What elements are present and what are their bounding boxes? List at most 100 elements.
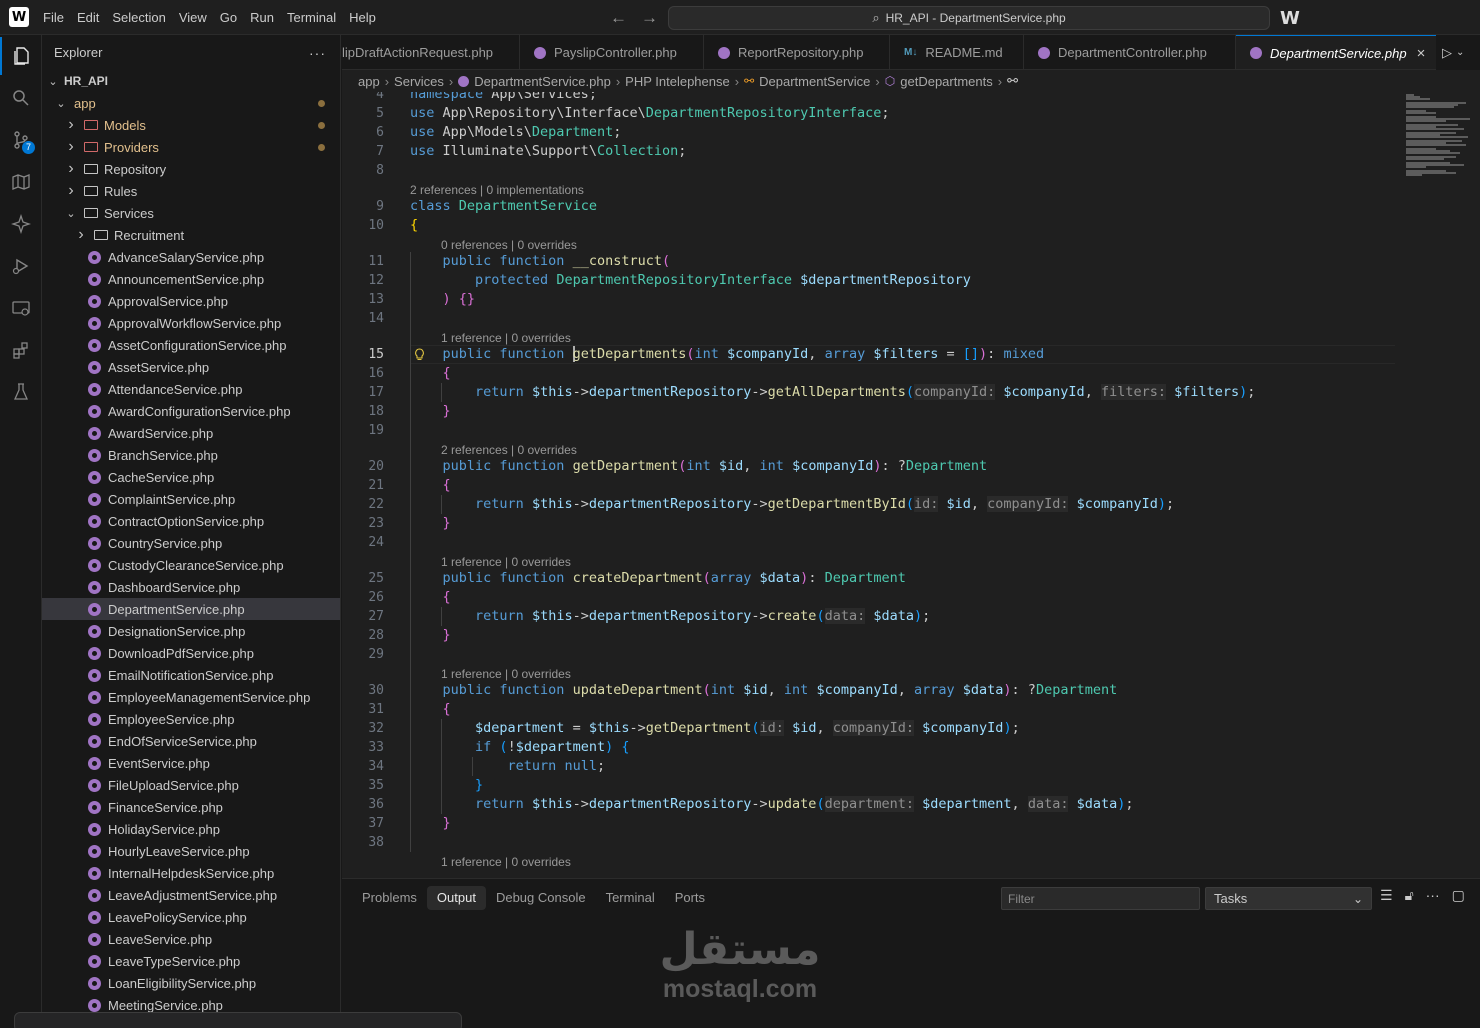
- code-line[interactable]: 33 if (!$department) {: [342, 738, 1402, 757]
- lock-icon[interactable]: 🔓︎: [1405, 887, 1414, 904]
- explorer-icon[interactable]: [0, 37, 42, 75]
- code-line[interactable]: 38: [342, 833, 1402, 852]
- code-lens[interactable]: 0 references | 0 overrides: [441, 237, 577, 253]
- menu-item-view[interactable]: View: [175, 0, 216, 35]
- file-item[interactable]: EndOfServiceService.php: [42, 730, 340, 752]
- menu-item-selection[interactable]: Selection: [108, 0, 174, 35]
- lightbulb-icon[interactable]: [414, 348, 425, 361]
- code-line[interactable]: 25 public function createDepartment(arra…: [342, 569, 1402, 588]
- file-item[interactable]: LeaveService.php: [42, 928, 340, 950]
- file-item[interactable]: AwardConfigurationService.php: [42, 400, 340, 422]
- folder-item[interactable]: ⌄ Services: [42, 202, 340, 224]
- file-item[interactable]: ComplaintService.php: [42, 488, 340, 510]
- menu-item-help[interactable]: Help: [345, 0, 385, 35]
- breadcrumb-item[interactable]: Services: [394, 74, 444, 89]
- file-item[interactable]: CacheService.php: [42, 466, 340, 488]
- file-item[interactable]: InternalHelpdeskService.php: [42, 862, 340, 884]
- code-lens[interactable]: 1 reference | 0 overrides: [441, 666, 571, 682]
- extensions-icon[interactable]: [0, 331, 42, 369]
- breadcrumb-item[interactable]: PHP Intelephense: [625, 74, 730, 89]
- folder-item[interactable]: › Repository: [42, 158, 340, 180]
- file-item[interactable]: AdvanceSalaryService.php: [42, 246, 340, 268]
- code-line[interactable]: 20 public function getDepartment(int $id…: [342, 457, 1402, 476]
- code-lens[interactable]: 1 reference | 0 overrides: [441, 854, 571, 870]
- file-item[interactable]: HolidayService.php: [42, 818, 340, 840]
- code-line[interactable]: 4 namespace App\Services;: [342, 92, 1402, 104]
- file-item[interactable]: LeaveTypeService.php: [42, 950, 340, 972]
- file-item[interactable]: AwardService.php: [42, 422, 340, 444]
- code-line[interactable]: 19: [342, 421, 1402, 440]
- file-item[interactable]: CountryService.php: [42, 532, 340, 554]
- app-logo-icon[interactable]: W: [9, 7, 29, 27]
- ai-icon[interactable]: [0, 205, 42, 243]
- file-item[interactable]: EmployeeService.php: [42, 708, 340, 730]
- file-item[interactable]: AttendanceService.php: [42, 378, 340, 400]
- file-item[interactable]: LoanEligibilityService.php: [42, 972, 340, 994]
- code-line[interactable]: 8: [342, 161, 1402, 180]
- menu-item-edit[interactable]: Edit: [73, 0, 108, 35]
- file-item[interactable]: ContractOptionService.php: [42, 510, 340, 532]
- code-line[interactable]: 18 }: [342, 402, 1402, 421]
- map-icon[interactable]: [0, 163, 42, 201]
- code-line[interactable]: 31 {: [342, 700, 1402, 719]
- more-icon[interactable]: ···: [1426, 887, 1440, 904]
- breadcrumb-item[interactable]: DepartmentService.php: [474, 74, 611, 89]
- folder-item[interactable]: › Recruitment: [42, 224, 340, 246]
- code-line[interactable]: 23 }: [342, 514, 1402, 533]
- editor-tab[interactable]: ReportRepository.php: [704, 35, 890, 69]
- code-line[interactable]: 6 use App\Models\Department;: [342, 123, 1402, 142]
- editor-tab[interactable]: DepartmentService.php ×: [1236, 35, 1442, 69]
- menu-item-run[interactable]: Run: [246, 0, 283, 35]
- code-line[interactable]: 15 public function getDepartments(int $c…: [342, 345, 1402, 364]
- file-item[interactable]: HourlyLeaveService.php: [42, 840, 340, 862]
- file-item[interactable]: EmployeeManagementService.php: [42, 686, 340, 708]
- file-item[interactable]: DepartmentService.php: [42, 598, 340, 620]
- code-line[interactable]: 34 return null;: [342, 757, 1402, 776]
- code-line[interactable]: 35 }: [342, 776, 1402, 795]
- search-icon[interactable]: [0, 79, 42, 117]
- code-line[interactable]: 36 return $this->departmentRepository->u…: [342, 795, 1402, 814]
- code-editor[interactable]: 4 namespace App\Services; 5 use App\Reposit…: [342, 92, 1480, 878]
- run-debug-icon[interactable]: [0, 247, 42, 285]
- chevron-down-icon[interactable]: ⌄: [1456, 47, 1464, 58]
- tree-root[interactable]: ⌄ HR_API: [42, 70, 340, 92]
- code-line[interactable]: 24: [342, 533, 1402, 552]
- breadcrumb-item[interactable]: DepartmentService: [759, 74, 870, 89]
- panel-tab-ports[interactable]: Ports: [665, 886, 715, 910]
- code-line[interactable]: 29: [342, 645, 1402, 664]
- code-line[interactable]: 30 public function updateDepartment(int …: [342, 681, 1402, 700]
- output-channel-select[interactable]: Tasks ⌄: [1205, 887, 1372, 910]
- maximize-icon[interactable]: ▢: [1452, 887, 1465, 904]
- folder-item[interactable]: › Rules: [42, 180, 340, 202]
- code-line[interactable]: 12 protected DepartmentRepositoryInterfa…: [342, 271, 1402, 290]
- account-logo-icon[interactable]: W: [1280, 8, 1300, 29]
- panel-tab-terminal[interactable]: Terminal: [596, 886, 665, 910]
- list-icon[interactable]: ☰: [1380, 887, 1393, 904]
- panel-tab-problems[interactable]: Problems: [352, 886, 427, 910]
- code-line[interactable]: 7 use Illuminate\Support\Collection;: [342, 142, 1402, 161]
- code-line[interactable]: 10 {: [342, 216, 1402, 235]
- menu-item-file[interactable]: File: [39, 0, 73, 35]
- breadcrumb-item[interactable]: getDepartments: [900, 74, 993, 89]
- file-item[interactable]: DownloadPdfService.php: [42, 642, 340, 664]
- file-item[interactable]: BranchService.php: [42, 444, 340, 466]
- back-arrow-icon[interactable]: ←: [610, 8, 627, 28]
- source-control-icon[interactable]: 7: [0, 121, 42, 159]
- code-line[interactable]: 9 class DepartmentService: [342, 197, 1402, 216]
- code-line[interactable]: 13 ) {}: [342, 290, 1402, 309]
- editor-tab[interactable]: M↓ README.md: [890, 35, 1024, 69]
- code-line[interactable]: 27 return $this->departmentRepository->c…: [342, 607, 1402, 626]
- code-line[interactable]: 16 {: [342, 364, 1402, 383]
- code-line[interactable]: 32 $department = $this->getDepartment(id…: [342, 719, 1402, 738]
- breadcrumb-item[interactable]: app: [358, 74, 380, 89]
- remote-icon[interactable]: [0, 289, 42, 327]
- code-line[interactable]: 17 return $this->departmentRepository->g…: [342, 383, 1402, 402]
- close-icon[interactable]: ×: [1417, 45, 1426, 62]
- code-lens[interactable]: 2 references | 0 overrides: [441, 442, 577, 458]
- code-lens[interactable]: 1 reference | 0 overrides: [441, 330, 571, 346]
- code-line[interactable]: 14: [342, 309, 1402, 328]
- testing-icon[interactable]: [0, 373, 42, 411]
- file-item[interactable]: EventService.php: [42, 752, 340, 774]
- file-item[interactable]: ApprovalWorkflowService.php: [42, 312, 340, 334]
- folder-item[interactable]: › Models: [42, 114, 340, 136]
